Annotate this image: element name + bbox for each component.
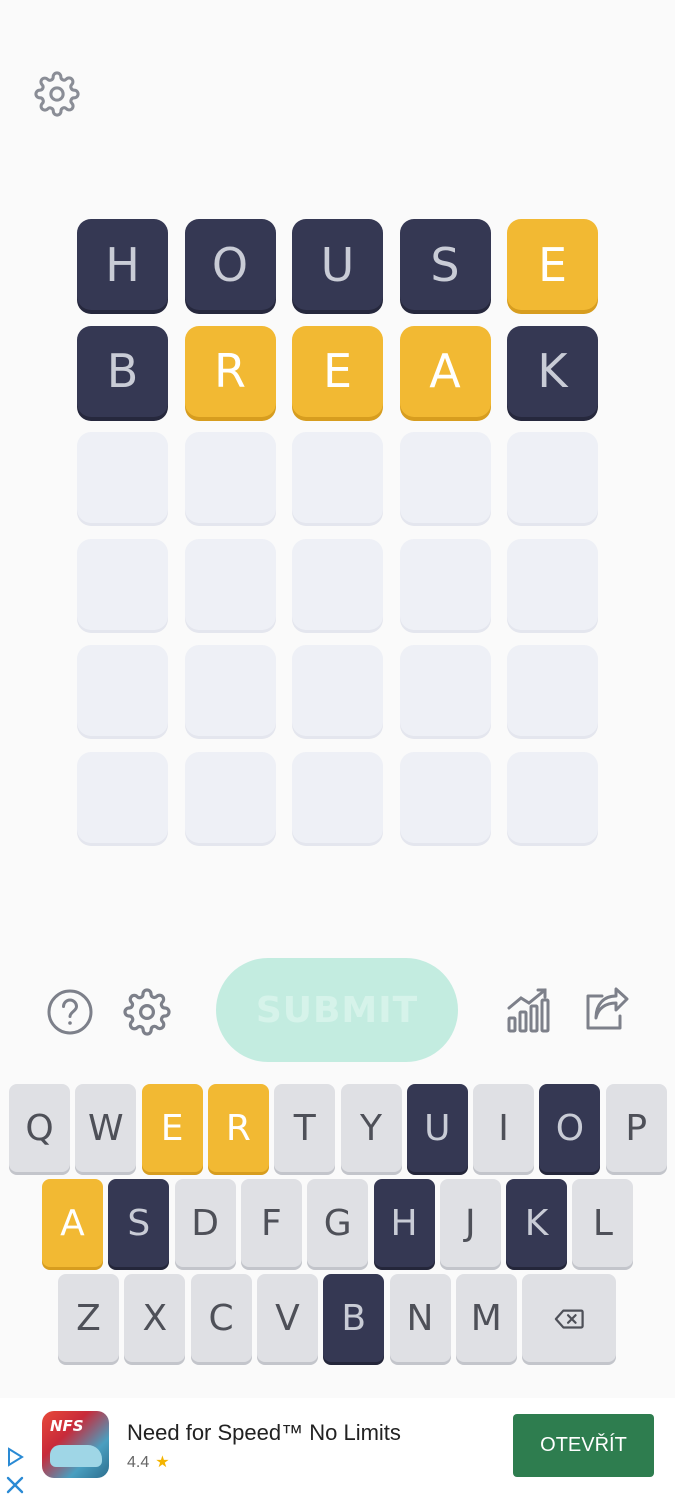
share-icon[interactable] [582,986,630,1034]
empty-tile [77,645,168,736]
empty-tile [292,538,383,630]
key-n[interactable]: N [389,1274,451,1362]
key-u[interactable]: U [406,1084,468,1172]
key-j[interactable]: J [439,1179,501,1267]
game-board: HOUSEBREAK [77,219,598,843]
ad-choices-icon[interactable] [4,1446,26,1468]
settings-icon[interactable] [123,988,171,1036]
key-v[interactable]: V [256,1274,318,1362]
ad-open-button[interactable]: OTEVŘÍT [513,1414,654,1477]
letter-tile: K [507,325,598,417]
empty-tile [507,432,598,523]
ad-app-icon[interactable]: NFS [42,1411,109,1478]
key-h[interactable]: H [373,1179,435,1267]
key-q[interactable]: Q [9,1084,70,1172]
stats-icon[interactable] [505,986,551,1034]
key-f[interactable]: F [240,1179,302,1267]
empty-tile [399,538,491,630]
key-y[interactable]: Y [340,1084,402,1172]
key-k[interactable]: K [506,1179,568,1267]
key-s[interactable]: S [108,1179,170,1267]
key-o[interactable]: O [539,1084,601,1172]
ad-banner[interactable]: NFS Need for Speed™ No Limits 4.4 ★ OTEVŘ… [0,1398,675,1500]
empty-tile [399,432,491,523]
key-m[interactable]: M [455,1274,517,1362]
key-x[interactable]: X [124,1274,186,1362]
letter-tile: S [399,219,491,310]
key-g[interactable]: G [307,1179,369,1267]
key-i[interactable]: I [473,1084,535,1172]
letter-tile: O [184,219,276,310]
letter-tile: E [507,219,598,310]
empty-tile [292,751,383,843]
key-c[interactable]: C [190,1274,252,1362]
empty-tile [77,751,168,843]
ad-close-icon[interactable] [4,1474,26,1496]
letter-tile: H [77,219,168,310]
empty-tile [507,645,598,736]
key-l[interactable]: L [572,1179,634,1267]
empty-tile [184,751,276,843]
empty-tile [292,432,383,523]
settings-gear-icon[interactable] [34,71,80,117]
letter-tile: U [292,219,383,310]
key-p[interactable]: P [605,1084,667,1172]
letter-tile: A [399,325,491,417]
help-icon[interactable] [46,988,94,1036]
backspace-key[interactable] [522,1274,616,1362]
key-d[interactable]: D [174,1179,236,1267]
empty-tile [399,751,491,843]
ad-rating: 4.4 ★ [127,1452,170,1472]
star-icon: ★ [155,1454,170,1471]
ad-rating-value: 4.4 [127,1454,150,1471]
empty-tile [77,432,168,523]
empty-tile [507,751,598,843]
key-t[interactable]: T [274,1084,336,1172]
key-r[interactable]: R [207,1084,269,1172]
key-w[interactable]: W [75,1084,137,1172]
empty-tile [184,432,276,523]
key-e[interactable]: E [141,1084,203,1172]
empty-tile [399,645,491,736]
empty-tile [77,538,168,630]
backspace-icon [554,1298,584,1339]
empty-tile [184,645,276,736]
submit-button[interactable]: SUBMIT [216,958,458,1062]
key-a[interactable]: A [42,1179,103,1267]
empty-tile [507,538,598,630]
ad-icon-text: NFS [50,1417,84,1435]
letter-tile: B [77,325,168,417]
letter-tile: R [184,325,276,417]
ad-title[interactable]: Need for Speed™ No Limits [127,1420,401,1446]
key-b[interactable]: B [323,1274,385,1362]
key-z[interactable]: Z [58,1274,119,1362]
letter-tile: E [292,325,383,417]
empty-tile [292,645,383,736]
empty-tile [184,538,276,630]
